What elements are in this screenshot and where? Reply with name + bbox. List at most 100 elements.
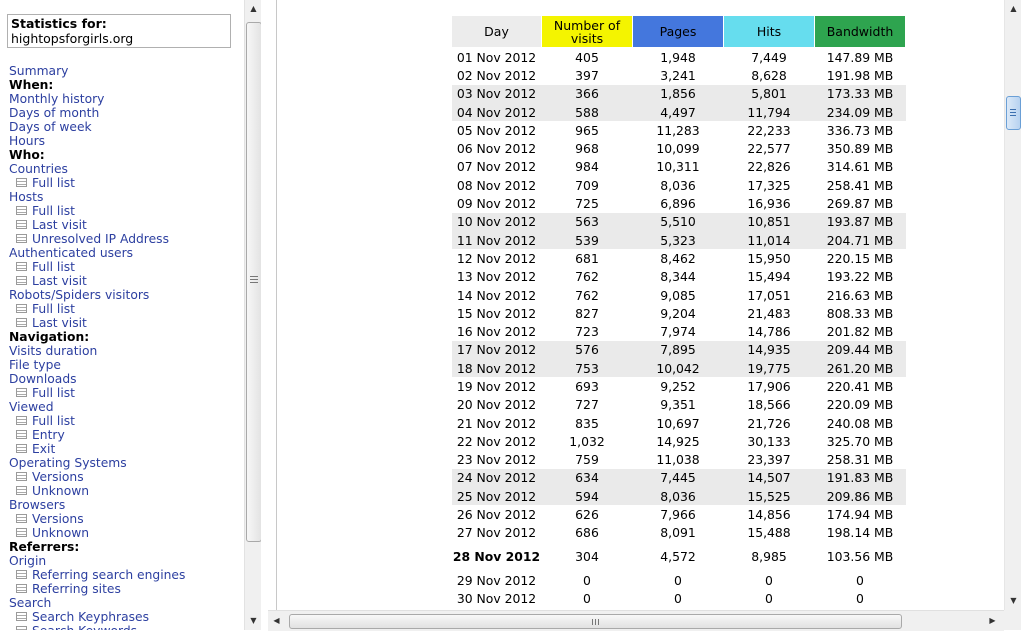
menu-link-days-of-month[interactable]: Days of month: [9, 106, 249, 120]
column-header-visits: Number of visits: [541, 15, 633, 48]
table-row: 11 Nov 2012 539 5,323 11,014 204.71 MB: [451, 230, 906, 250]
menu-sublink-full-list[interactable]: Full list: [9, 204, 249, 218]
cell-bandwidth: 0: [856, 572, 864, 588]
content-scroll-thumb[interactable]: [1006, 96, 1021, 130]
menu-sublink-unknown[interactable]: Unknown: [9, 484, 249, 498]
table-row: 09 Nov 2012 725 6,896 16,936 269.87 MB: [452, 194, 906, 212]
cell-bandwidth: 234.09 MB: [814, 102, 906, 122]
menu-sublink-full-list[interactable]: Full list: [9, 414, 249, 428]
menu-sublink-full-list[interactable]: Full list: [9, 176, 249, 190]
cell-visits: 968: [575, 141, 599, 157]
days-of-month-table: Day Number of visits Pages Hits Bandwidt…: [451, 15, 906, 608]
menu-link-browsers[interactable]: Browsers: [9, 498, 249, 512]
scroll-left-arrow-icon[interactable]: ◀: [268, 612, 285, 629]
menu-sublink-versions[interactable]: Versions: [9, 512, 249, 526]
cell-day: 03 Nov 2012: [451, 84, 542, 103]
menu-sublink-last-visit[interactable]: Last visit: [9, 218, 249, 232]
cell-visits: 1,032: [569, 433, 605, 449]
menu-link-downloads[interactable]: Downloads: [9, 372, 249, 386]
cell-day: 17 Nov 2012: [451, 340, 542, 360]
menu-link-viewed[interactable]: Viewed: [9, 400, 249, 414]
cell-bandwidth: 269.87 MB: [826, 196, 894, 212]
table-row: 14 Nov 2012 762 9,085 17,051 216.63 MB: [452, 286, 906, 304]
cell-day: 29 Nov 2012: [456, 572, 537, 588]
menu-link-robots-spiders-visitors[interactable]: Robots/Spiders visitors: [9, 288, 249, 302]
cell-day: 19 Nov 2012: [456, 378, 537, 394]
cell-bandwidth: 174.94 MB: [826, 507, 894, 523]
cell-pages: 7,974: [660, 324, 696, 340]
menu-sublink-referring-sites[interactable]: Referring sites: [9, 582, 249, 596]
menu-scroll-thumb[interactable]: [246, 22, 262, 542]
table-row: 30 Nov 2012 0 0 0 0: [452, 589, 906, 607]
cell-visits: 594: [541, 487, 633, 506]
menu-label: Monthly history: [9, 92, 105, 106]
menu-sublink-exit[interactable]: Exit: [9, 442, 249, 456]
cell-bandwidth: 0: [856, 590, 864, 606]
menu-label: Full list: [32, 204, 75, 218]
cell-bandwidth: 325.70 MB: [826, 433, 894, 449]
frame-divider[interactable]: [261, 0, 277, 630]
cell-visits: 965: [575, 122, 599, 138]
cell-bandwidth: 216.63 MB: [826, 287, 894, 303]
cell-hits: 17,051: [747, 287, 791, 303]
menu-sublink-unresolved-ip-address[interactable]: Unresolved IP Address: [9, 232, 249, 246]
scroll-up-arrow-icon[interactable]: ▲: [245, 0, 262, 17]
menu-label: Authenticated users: [9, 246, 134, 260]
cell-day: 06 Nov 2012: [456, 141, 537, 157]
cell-visits: 539: [541, 230, 633, 250]
menu-link-search[interactable]: Search: [9, 596, 249, 610]
menu-sublink-last-visit[interactable]: Last visit: [9, 316, 249, 330]
content-vertical-scrollbar[interactable]: ▲ ▼: [1004, 0, 1021, 610]
table-row: 05 Nov 2012 965 11,283 22,233 336.73 MB: [452, 121, 906, 139]
cell-day: 18 Nov 2012: [451, 359, 542, 378]
cell-day: 24 Nov 2012: [451, 468, 542, 488]
menu-sublink-full-list[interactable]: Full list: [9, 386, 249, 400]
menu-sublink-versions[interactable]: Versions: [9, 470, 249, 484]
menu-link-file-type[interactable]: File type: [9, 358, 249, 372]
cell-day: 10 Nov 2012: [451, 212, 542, 231]
cell-pages: 4,497: [632, 102, 724, 122]
table-row: 08 Nov 2012 709 8,036 17,325 258.41 MB: [452, 176, 906, 194]
menu-sublink-unknown[interactable]: Unknown: [9, 526, 249, 540]
cell-day: 11 Nov 2012: [451, 230, 542, 250]
scroll-down-arrow-icon[interactable]: ▼: [1005, 592, 1021, 609]
menu-link-countries[interactable]: Countries: [9, 162, 249, 176]
menu-link-operating-systems[interactable]: Operating Systems: [9, 456, 249, 470]
cell-hits: 11,794: [723, 102, 815, 122]
menu-link-origin[interactable]: Origin: [9, 554, 249, 568]
menu-label: Full list: [32, 176, 75, 190]
menu-link-authenticated-users[interactable]: Authenticated users: [9, 246, 249, 260]
menu-label: Operating Systems: [9, 456, 127, 470]
cell-visits: 405: [575, 49, 599, 65]
menu-link-hosts[interactable]: Hosts: [9, 190, 249, 204]
scroll-down-arrow-icon[interactable]: ▼: [245, 612, 262, 629]
horizontal-scroll-thumb[interactable]: [289, 614, 902, 629]
content-horizontal-scrollbar[interactable]: ◀ ▶: [268, 610, 1004, 631]
cell-bandwidth: 191.98 MB: [826, 67, 894, 83]
menu-sublink-full-list[interactable]: Full list: [9, 302, 249, 316]
menu-label: Full list: [32, 302, 75, 316]
menu-sublink-entry[interactable]: Entry: [9, 428, 249, 442]
cell-pages: 11,038: [656, 452, 700, 468]
list-icon: [16, 528, 27, 537]
menu-sublink-search-keywords[interactable]: Search Keywords: [9, 624, 249, 630]
cell-hits: 23,397: [747, 452, 791, 468]
menu-section-when: When:: [9, 78, 54, 92]
menu-sublink-referring-search-engines[interactable]: Referring search engines: [9, 568, 249, 582]
scroll-right-arrow-icon[interactable]: ▶: [984, 612, 1001, 629]
menu-link-summary[interactable]: Summary: [9, 64, 249, 78]
navigation-menu: Summary When: Monthly history Days of month…: [9, 64, 249, 630]
menu-link-monthly-history[interactable]: Monthly history: [9, 92, 249, 106]
menu-sublink-full-list[interactable]: Full list: [9, 260, 249, 274]
list-icon: [16, 178, 27, 187]
menu-link-days-of-week[interactable]: Days of week: [9, 120, 249, 134]
menu-link-visits-duration[interactable]: Visits duration: [9, 344, 249, 358]
table-body: 01 Nov 2012 405 1,948 7,449 147.89 MB 02 Nov …: [451, 48, 906, 608]
list-icon: [16, 626, 27, 630]
menu-link-hours[interactable]: Hours: [9, 134, 249, 148]
scroll-up-arrow-icon[interactable]: ▲: [1005, 0, 1021, 17]
menu-sublink-last-visit[interactable]: Last visit: [9, 274, 249, 288]
cell-visits: 304: [575, 549, 599, 565]
menu-sublink-search-keyphrases[interactable]: Search Keyphrases: [9, 610, 249, 624]
menu-vertical-scrollbar[interactable]: ▲ ▼: [244, 0, 262, 630]
